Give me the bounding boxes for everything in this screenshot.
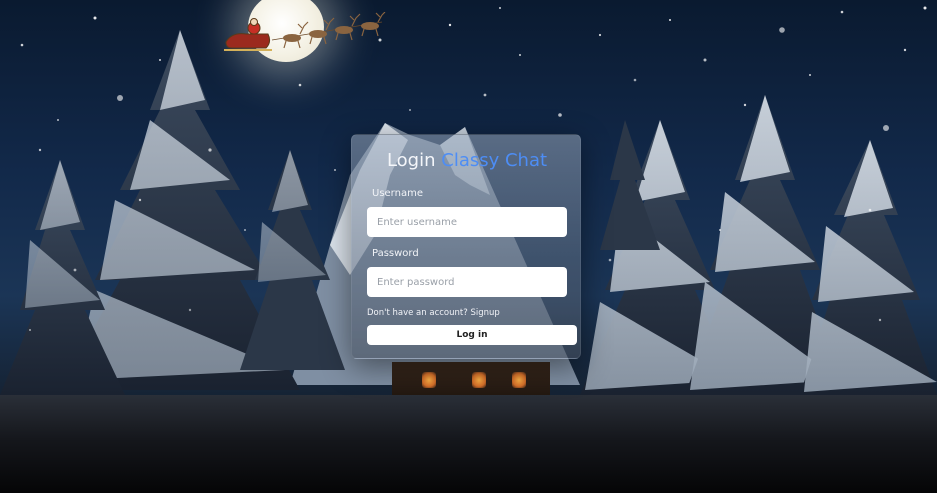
login-title: Login Classy Chat xyxy=(352,150,582,171)
login-title-prefix: Login xyxy=(386,150,436,171)
login-title-brand: Classy Chat xyxy=(441,150,548,171)
username-label: Username xyxy=(372,188,423,199)
password-label: Password xyxy=(372,248,419,259)
signup-prompt-text: Don't have an account? xyxy=(367,308,468,318)
login-button[interactable]: Log in xyxy=(367,325,577,345)
signup-prompt: Don't have an account? Signup xyxy=(367,308,500,318)
login-card: Login Classy Chat Username Password Don'… xyxy=(351,134,581,359)
username-input[interactable] xyxy=(367,207,567,237)
password-input[interactable] xyxy=(367,267,567,297)
signup-link[interactable]: Signup xyxy=(470,308,499,318)
